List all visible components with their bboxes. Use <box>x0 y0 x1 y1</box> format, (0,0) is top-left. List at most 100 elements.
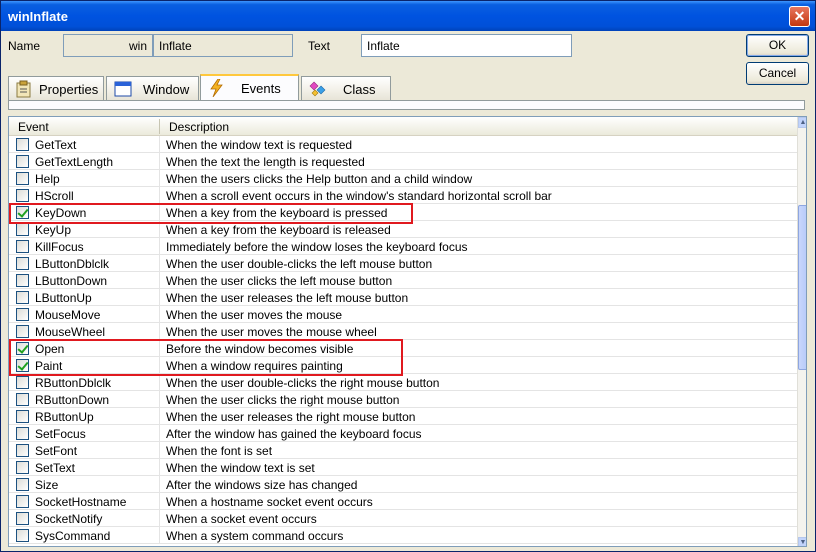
event-checkbox[interactable] <box>16 393 29 406</box>
cell-divider <box>159 510 160 527</box>
table-row[interactable]: HScroll When a scroll event occurs in the… <box>9 187 797 204</box>
event-description: When a scroll event occurs in the window… <box>166 189 552 203</box>
event-name: KillFocus <box>35 240 84 254</box>
event-description: When the user moves the mouse <box>166 308 343 322</box>
table-row[interactable]: SetFocus After the window has gained the … <box>9 425 797 442</box>
event-checkbox[interactable] <box>16 410 29 423</box>
event-checkbox[interactable] <box>16 427 29 440</box>
cell-divider <box>159 527 160 544</box>
cell-divider <box>159 289 160 306</box>
cell-divider <box>159 374 160 391</box>
cell-divider <box>159 238 160 255</box>
event-checkbox[interactable] <box>16 172 29 185</box>
event-description: After the windows size has changed <box>166 478 358 492</box>
title-bar[interactable]: winInflate ✕ <box>1 1 815 31</box>
event-name: Help <box>35 172 60 186</box>
table-row[interactable]: Help When the users clicks the Help butto… <box>9 170 797 187</box>
event-name: GetTextLength <box>35 155 114 169</box>
table-row[interactable]: MouseWheel When the user moves the mouse … <box>9 323 797 340</box>
event-checkbox[interactable] <box>16 240 29 253</box>
scroll-up-arrow[interactable]: ▲ <box>798 117 806 128</box>
event-name: SocketHostname <box>35 495 127 509</box>
event-name: LButtonUp <box>35 291 92 305</box>
event-description: After the window has gained the keyboard… <box>166 427 422 441</box>
table-row[interactable]: LButtonDblclk When the user double-clicks… <box>9 255 797 272</box>
tab-events[interactable]: Events <box>200 74 299 102</box>
event-checkbox[interactable] <box>16 155 29 168</box>
name-field[interactable]: Inflate <box>153 34 293 57</box>
event-checkbox[interactable] <box>16 478 29 491</box>
name-prefix-text: win <box>128 39 147 53</box>
event-checkbox[interactable] <box>16 291 29 304</box>
event-checkbox[interactable] <box>16 444 29 457</box>
event-name: SocketNotify <box>35 512 103 526</box>
cell-divider <box>159 187 160 204</box>
event-checkbox[interactable] <box>16 138 29 151</box>
table-row[interactable]: RButtonDown When the user clicks the righ… <box>9 391 797 408</box>
ok-button[interactable]: OK <box>746 34 809 57</box>
window-icon <box>114 81 132 97</box>
name-value: Inflate <box>159 39 192 53</box>
column-header-event[interactable]: Event <box>18 120 49 134</box>
name-label: Name <box>8 39 41 53</box>
table-row[interactable]: KillFocus Immediately before the window l… <box>9 238 797 255</box>
scroll-thumb[interactable] <box>798 205 806 370</box>
close-button[interactable]: ✕ <box>789 6 810 27</box>
table-row[interactable]: SocketNotify When a socket event occurs <box>9 510 797 527</box>
table-row[interactable]: Size After the windows size has changed <box>9 476 797 493</box>
event-description: When the user releases the left mouse bu… <box>166 291 409 305</box>
event-checkbox[interactable] <box>16 223 29 236</box>
event-checkbox[interactable] <box>16 325 29 338</box>
tab-window[interactable]: Window <box>106 76 199 101</box>
cell-divider <box>159 170 160 187</box>
event-checkbox[interactable] <box>16 495 29 508</box>
cell-divider <box>159 255 160 272</box>
table-row[interactable]: SetText When the window text is set <box>9 459 797 476</box>
table-row[interactable]: GetText When the window text is requested <box>9 136 797 153</box>
event-checkbox[interactable] <box>16 274 29 287</box>
tab-class[interactable]: Class <box>301 76 391 101</box>
table-row[interactable]: LButtonUp When the user releases the left… <box>9 289 797 306</box>
event-name: RButtonDown <box>35 393 110 407</box>
cell-divider <box>159 408 160 425</box>
event-name: MouseWheel <box>35 325 106 339</box>
table-row[interactable]: GetTextLength When the text the length is… <box>9 153 797 170</box>
event-checkbox[interactable] <box>16 512 29 525</box>
table-row[interactable]: RButtonUp When the user releases the righ… <box>9 408 797 425</box>
event-description: When the window text is requested <box>166 138 353 152</box>
cell-divider <box>159 493 160 510</box>
table-row[interactable]: RButtonDblclk When the user double-clicks… <box>9 374 797 391</box>
event-checkbox[interactable] <box>16 308 29 321</box>
highlight-box-open-paint <box>9 339 403 376</box>
text-value: Inflate <box>367 39 400 53</box>
column-divider[interactable] <box>159 119 160 134</box>
event-checkbox[interactable] <box>16 189 29 202</box>
event-description: When a socket event occurs <box>166 512 317 526</box>
event-description: When the user clicks the right mouse but… <box>166 393 400 407</box>
scroll-down-arrow[interactable]: ▼ <box>798 537 806 546</box>
table-row[interactable]: SocketHostname When a hostname socket eve… <box>9 493 797 510</box>
event-description: When the user double-clicks the right mo… <box>166 376 440 390</box>
event-checkbox[interactable] <box>16 529 29 542</box>
cell-divider <box>159 136 160 153</box>
column-header-description[interactable]: Description <box>169 120 229 134</box>
event-checkbox[interactable] <box>16 461 29 474</box>
events-grid: Event Description GetText When the window… <box>8 116 807 547</box>
table-row[interactable]: LButtonDown When the user clicks the left… <box>9 272 797 289</box>
tab-properties[interactable]: Properties <box>8 76 104 101</box>
event-checkbox[interactable] <box>16 376 29 389</box>
cancel-button[interactable]: Cancel <box>746 62 809 85</box>
tab-class-label: Class <box>343 82 376 97</box>
vertical-scrollbar[interactable]: ▲ ▼ <box>797 117 806 546</box>
table-row[interactable]: SysCommand When a system command occurs <box>9 527 797 544</box>
event-name: LButtonDown <box>35 274 108 288</box>
event-description: When the text the length is requested <box>166 155 365 169</box>
highlight-box-keydown <box>9 203 413 224</box>
cell-divider <box>159 391 160 408</box>
event-description: When the user moves the mouse wheel <box>166 325 377 339</box>
text-field[interactable]: Inflate <box>361 34 572 57</box>
table-row[interactable]: SetFont When the font is set <box>9 442 797 459</box>
table-row[interactable]: MouseMove When the user moves the mouse <box>9 306 797 323</box>
lightning-icon <box>210 79 223 97</box>
event-checkbox[interactable] <box>16 257 29 270</box>
